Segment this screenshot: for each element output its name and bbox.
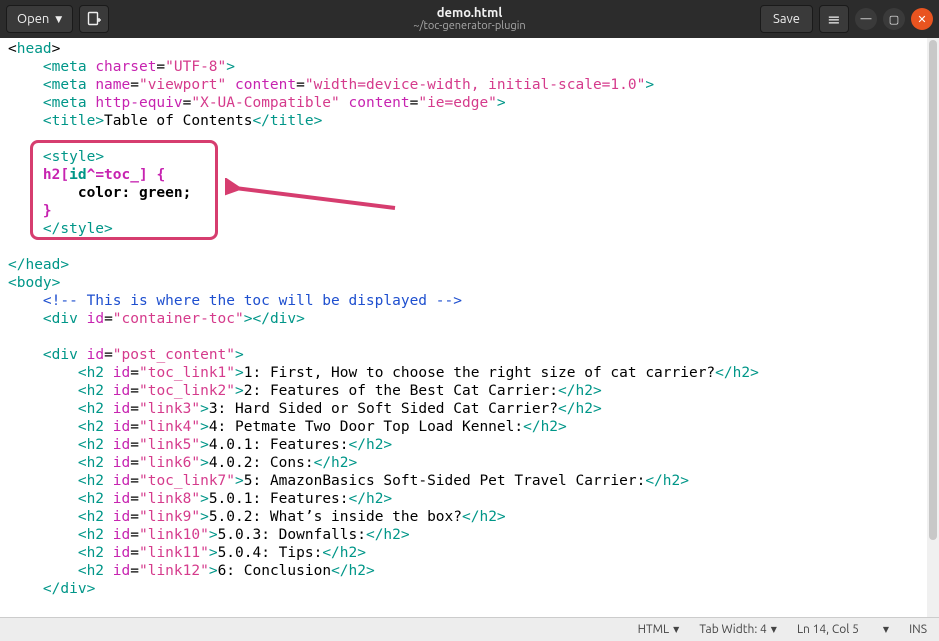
- minimize-icon: —: [861, 13, 872, 25]
- scrollbar-thumb[interactable]: [929, 40, 937, 540]
- window-title: demo.html ~/toc-generator-plugin: [413, 6, 525, 32]
- file-path: ~/toc-generator-plugin: [413, 20, 525, 32]
- statusbar-language[interactable]: HTML▼: [638, 623, 680, 636]
- close-button[interactable]: ✕: [911, 8, 933, 30]
- statusbar-insert-mode[interactable]: ▼: [879, 625, 889, 634]
- titlebar: Open ▼ demo.html ~/toc-generator-plugin …: [0, 0, 939, 38]
- chevron-down-icon: ▼: [883, 625, 889, 634]
- statusbar-tabwidth[interactable]: Tab Width: 4▼: [699, 623, 777, 636]
- save-button[interactable]: Save: [760, 5, 813, 33]
- close-icon: ✕: [917, 13, 926, 26]
- open-label: Open: [17, 12, 49, 26]
- maximize-button[interactable]: ▢: [883, 8, 905, 30]
- statusbar-ins[interactable]: INS: [909, 623, 927, 636]
- chevron-down-icon: ▼: [771, 625, 777, 634]
- minimize-button[interactable]: —: [855, 8, 877, 30]
- file-name: demo.html: [413, 6, 525, 20]
- statusbar-cursor-position: Ln 14, Col 5: [797, 623, 859, 636]
- editor-area[interactable]: <head> <meta charset="UTF-8"> <meta name…: [0, 38, 939, 617]
- new-tab-button[interactable]: [79, 5, 109, 33]
- vertical-scrollbar[interactable]: [927, 38, 939, 617]
- chevron-down-icon: ▼: [673, 625, 679, 634]
- new-document-icon: [86, 11, 102, 27]
- hamburger-icon: ≡: [827, 10, 840, 29]
- code-content: <head> <meta charset="UTF-8"> <meta name…: [0, 38, 939, 598]
- statusbar: HTML▼ Tab Width: 4▼ Ln 14, Col 5 ▼ INS: [0, 617, 939, 641]
- open-button[interactable]: Open ▼: [6, 5, 73, 33]
- hamburger-menu-button[interactable]: ≡: [819, 5, 849, 33]
- chevron-down-icon: ▼: [55, 14, 62, 25]
- maximize-icon: ▢: [889, 13, 899, 26]
